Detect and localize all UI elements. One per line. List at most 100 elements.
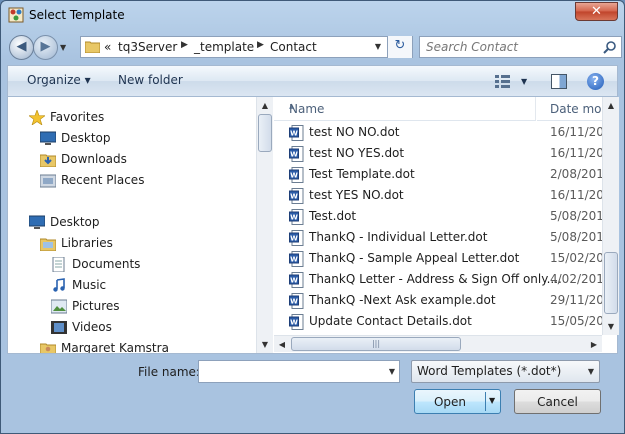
- sidebar-item-label: Downloads: [61, 152, 127, 166]
- file-name-dropdown[interactable]: ▼: [389, 367, 395, 376]
- sidebar-item-label: Desktop: [61, 131, 111, 145]
- user-folder-icon: [40, 343, 56, 353]
- column-header-label: Date mod: [550, 102, 610, 116]
- search-box[interactable]: Search Contact: [419, 36, 622, 58]
- svg-text:W: W: [290, 151, 298, 159]
- svg-text:W: W: [290, 193, 298, 201]
- file-name: test NO NO.dot: [309, 125, 400, 139]
- file-row[interactable]: Wtest NO NO.dot 16/11/201: [274, 122, 617, 143]
- breadcrumb-contact[interactable]: Contact: [270, 40, 317, 54]
- preview-pane-icon[interactable]: [551, 74, 567, 89]
- file-type-select[interactable]: Word Templates (*.dot*) ▼: [411, 360, 600, 383]
- sidebar-item-label: Pictures: [72, 299, 120, 313]
- column-header-name[interactable]: ▲ Name: [274, 97, 536, 121]
- sidebar-item-label: Documents: [72, 257, 141, 271]
- sidebar-item-label: Videos: [72, 320, 112, 334]
- file-name: Update Contact Details.dot: [309, 314, 472, 328]
- breadcrumb-separator[interactable]: ▶: [257, 40, 264, 50]
- scroll-down-arrow[interactable]: ▼: [257, 336, 273, 353]
- word-template-icon: W: [289, 188, 304, 204]
- word-template-icon: W: [289, 209, 304, 225]
- sidebar-item-label: Music: [72, 278, 107, 292]
- navigation-scrollbar[interactable]: ▲ ▼: [256, 97, 273, 353]
- breadcrumb-tq3server[interactable]: tq3Server: [118, 40, 177, 54]
- file-name: Test.dot: [309, 209, 357, 223]
- file-row[interactable]: W ThankQ - Individual Letter.dot 5/08/2013: [274, 227, 617, 248]
- browser-panes: Favorites Desktop Downloads Recent Place…: [7, 96, 619, 354]
- scroll-down-arrow[interactable]: ▼: [603, 318, 619, 335]
- close-button[interactable]: ✕: [575, 2, 618, 21]
- address-bar[interactable]: « tq3Server ▶ _template ▶ Contact ▼: [80, 36, 413, 58]
- documents-icon: [52, 257, 65, 272]
- word-template-icon: W: [289, 125, 304, 141]
- file-row[interactable]: Wtest NO YES.dot 16/11/201: [274, 143, 617, 164]
- file-row[interactable]: W Test Template.dot 2/08/2013: [274, 164, 617, 185]
- file-list: ▲ Name Date mod Wtest NO NO.dot 16/11/201…: [274, 97, 617, 353]
- views-icon[interactable]: [495, 75, 510, 88]
- organize-menu[interactable]: Organize ▾: [27, 73, 91, 87]
- file-row[interactable]: W ThankQ - Sample Appeal Letter.dot 15/02/…: [274, 248, 617, 269]
- address-dropdown[interactable]: ▼: [375, 42, 381, 51]
- scroll-right-arrow[interactable]: ▶: [586, 336, 602, 353]
- navigation-pane: Favorites Desktop Downloads Recent Place…: [8, 97, 256, 353]
- downloads-icon: [40, 154, 56, 167]
- file-row[interactable]: Wtest YES NO.dot 16/11/201: [274, 185, 617, 206]
- word-template-icon: W: [289, 293, 304, 309]
- word-template-icon: W: [289, 251, 304, 267]
- breadcrumb-template[interactable]: _template: [194, 40, 254, 54]
- scroll-up-arrow[interactable]: ▲: [603, 97, 619, 114]
- file-list-horizontal-scrollbar[interactable]: ◀ ||| ▶: [274, 335, 602, 352]
- sidebar-item-label: Margaret Kamstra: [61, 341, 169, 353]
- select-template-dialog: Select Template ✕ ◀ ▶ ▼ « tq3Server ▶ _t…: [0, 0, 625, 434]
- scrollbar-thumb[interactable]: [604, 252, 618, 314]
- star-icon: [29, 110, 45, 125]
- svg-text:W: W: [290, 235, 298, 243]
- file-name-input[interactable]: ▼: [198, 360, 400, 383]
- open-button[interactable]: Open ▼: [414, 389, 501, 414]
- refresh-button[interactable]: ↻: [387, 36, 412, 58]
- search-input[interactable]: Search Contact: [426, 40, 518, 54]
- forward-button[interactable]: ▶: [33, 35, 58, 60]
- cancel-button[interactable]: Cancel: [514, 389, 601, 414]
- music-icon: [53, 278, 65, 292]
- file-name: test YES NO.dot: [309, 188, 404, 202]
- word-template-icon: W: [289, 272, 304, 288]
- cancel-button-label: Cancel: [537, 395, 578, 409]
- open-options-dropdown[interactable]: ▼: [489, 396, 495, 405]
- new-folder-button[interactable]: New folder: [118, 73, 183, 87]
- chevron-down-icon: ▼: [587, 367, 594, 376]
- file-row[interactable]: W Test.dot 5/08/2013: [274, 206, 617, 227]
- file-list-vertical-scrollbar[interactable]: ▲ ▼: [602, 97, 619, 335]
- file-name-label: File name:: [138, 365, 200, 379]
- sidebar-item-label: Libraries: [61, 236, 113, 250]
- recent-pages-dropdown[interactable]: ▼: [60, 43, 66, 52]
- title-bar: Select Template ✕: [1, 1, 624, 31]
- file-row[interactable]: W Update Contact Details.dot 15/05/201: [274, 311, 617, 332]
- views-dropdown[interactable]: ▼: [521, 77, 527, 86]
- breadcrumb-separator[interactable]: ▶: [181, 40, 188, 50]
- file-row[interactable]: W ThankQ Letter - Address & Sign Off only…: [274, 269, 617, 290]
- scrollbar-thumb[interactable]: |||: [291, 337, 461, 351]
- app-icon: [8, 7, 24, 23]
- folder-icon: [85, 41, 100, 53]
- column-header-label: Name: [289, 102, 325, 116]
- svg-text:W: W: [290, 256, 298, 264]
- svg-text:W: W: [290, 214, 298, 222]
- scroll-up-arrow[interactable]: ▲: [257, 97, 273, 114]
- scroll-left-arrow[interactable]: ◀: [274, 336, 290, 353]
- help-icon[interactable]: ?: [587, 73, 604, 90]
- open-button-label: Open: [433, 395, 467, 409]
- scrollbar-thumb[interactable]: [258, 114, 272, 152]
- breadcrumb-overflow[interactable]: «: [104, 40, 111, 54]
- window-title: Select Template: [29, 8, 125, 22]
- file-name: ThankQ - Sample Appeal Letter.dot: [309, 251, 520, 265]
- desktop-icon: [40, 131, 56, 145]
- desktop-icon: [29, 215, 45, 229]
- sidebar-item-label: Recent Places: [61, 173, 145, 187]
- svg-text:W: W: [290, 298, 298, 306]
- file-row[interactable]: W ThankQ -Next Ask example.dot 29/11/201: [274, 290, 617, 311]
- word-template-icon: W: [289, 314, 304, 330]
- file-name: ThankQ - Individual Letter.dot: [309, 230, 488, 244]
- search-icon[interactable]: [603, 41, 616, 54]
- back-button[interactable]: ◀: [9, 35, 34, 60]
